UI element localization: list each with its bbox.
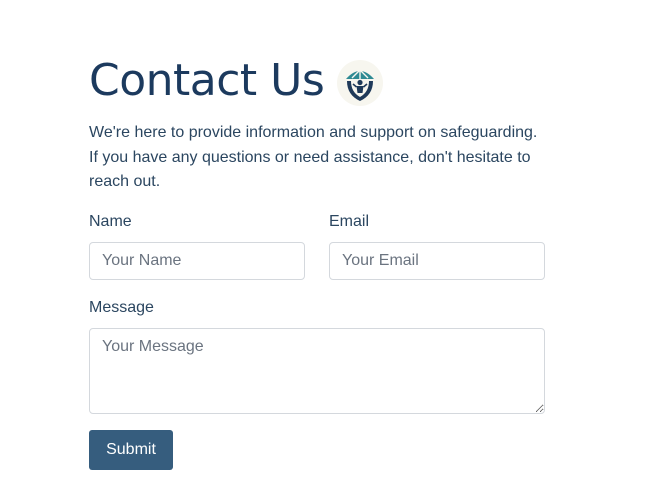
submit-button[interactable]: Submit bbox=[89, 429, 173, 470]
name-label: Name bbox=[89, 212, 132, 230]
name-email-row: Name Email bbox=[89, 212, 545, 280]
email-field-group: Email bbox=[329, 212, 545, 280]
email-input[interactable] bbox=[329, 241, 545, 280]
message-field-group: Message bbox=[89, 298, 545, 414]
name-field-group: Name bbox=[89, 212, 305, 280]
title-row: Contact Us bbox=[89, 52, 545, 110]
intro-text: We're here to provide information and su… bbox=[89, 124, 538, 190]
message-textarea[interactable] bbox=[89, 327, 545, 414]
contact-form: Name Email Message Submit bbox=[89, 212, 545, 470]
message-label: Message bbox=[89, 298, 154, 316]
name-input[interactable] bbox=[89, 241, 305, 280]
page-title: Contact Us bbox=[89, 55, 325, 106]
email-label: Email bbox=[329, 212, 370, 230]
contact-section: Contact Us We're here to provide informa… bbox=[89, 52, 545, 470]
shield-person-icon bbox=[337, 60, 384, 106]
